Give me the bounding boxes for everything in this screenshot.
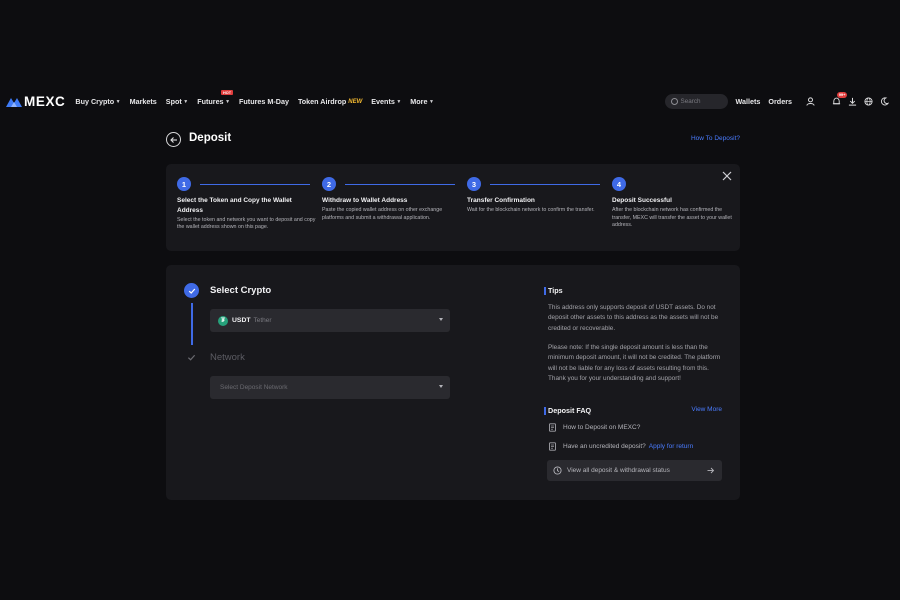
step-title: Select the Token and Copy the Wallet Add… bbox=[177, 197, 292, 214]
orders-link[interactable]: Orders bbox=[768, 97, 792, 106]
step-desc: After the blockchain network has confirm… bbox=[612, 207, 732, 229]
nav-more[interactable]: More ▼ bbox=[410, 97, 434, 106]
crypto-select[interactable]: ₮ USDT Tether bbox=[210, 309, 450, 332]
nav-links: Buy Crypto ▼ Markets Spot ▼ Futures ▼ HOT Fu… bbox=[75, 90, 443, 106]
how-to-deposit-link[interactable]: How To Deposit? bbox=[691, 135, 740, 142]
clock-icon bbox=[553, 466, 562, 475]
tip-text: This address only supports deposit of US… bbox=[548, 304, 719, 332]
nav-buy-crypto[interactable]: Buy Crypto ▼ bbox=[75, 97, 120, 106]
step-number: 3 bbox=[467, 177, 481, 191]
nav-token-airdrop[interactable]: Token Airdrop NEW bbox=[298, 97, 362, 106]
nav-markets[interactable]: Markets bbox=[130, 97, 157, 106]
step-number: 1 bbox=[177, 177, 191, 191]
theme-moon-icon[interactable] bbox=[878, 96, 890, 108]
apply-for-return-link[interactable]: Apply for return bbox=[649, 443, 693, 450]
notification-icon[interactable]: 99+ bbox=[830, 91, 847, 108]
arrow-right-icon bbox=[707, 467, 715, 474]
view-more-link[interactable]: View More bbox=[691, 406, 722, 413]
logo-text: MEXC bbox=[24, 94, 66, 109]
nav-label: Spot bbox=[165, 97, 182, 106]
step-number: 2 bbox=[322, 177, 336, 191]
step-desc: Select the token and network you want to… bbox=[177, 216, 316, 231]
arrow-left-icon bbox=[169, 136, 177, 143]
tip-text: Please note: If the single deposit amoun… bbox=[548, 344, 721, 382]
step-title: Withdraw to Wallet Address bbox=[322, 197, 408, 204]
back-button[interactable] bbox=[166, 132, 181, 147]
faq-question: How to Deposit on MEXC? bbox=[563, 424, 641, 431]
caret-down-icon: ▼ bbox=[428, 98, 434, 105]
faq-item[interactable]: Have an uncredited deposit? Apply for re… bbox=[548, 442, 693, 451]
tether-icon: ₮ bbox=[218, 315, 228, 326]
step-desc: Wait for the blockchain network to confi… bbox=[467, 207, 595, 213]
steps-card: 1 Select the Token and Copy the Wallet A… bbox=[166, 164, 740, 251]
page-title: Deposit bbox=[189, 132, 232, 144]
tips-title: Tips bbox=[544, 286, 563, 295]
search-icon bbox=[670, 98, 678, 105]
faq-item[interactable]: How to Deposit on MEXC? bbox=[548, 423, 640, 432]
nav-spot[interactable]: Spot ▼ bbox=[166, 97, 188, 106]
hot-badge: HOT bbox=[221, 90, 234, 95]
nav-label: Futures M-Day bbox=[239, 97, 289, 106]
step-1: 1 Select the Token and Copy the Wallet A… bbox=[177, 177, 317, 232]
faq-question: Have an uncredited deposit? bbox=[563, 443, 646, 450]
caret-down-icon: ▼ bbox=[115, 98, 121, 105]
crypto-symbol: USDT bbox=[232, 317, 251, 324]
nav-label: Events bbox=[371, 97, 395, 106]
nav-futures[interactable]: Futures ▼ HOT bbox=[197, 90, 234, 106]
deposit-status-button[interactable]: View all deposit & withdrawal status bbox=[547, 460, 722, 481]
chevron-down-icon bbox=[439, 318, 443, 321]
network-select[interactable]: Select Deposit Network bbox=[210, 376, 450, 399]
step-complete-check-icon bbox=[184, 283, 199, 298]
step-3: 3 Transfer Confirmation Wait for the blo… bbox=[467, 177, 607, 215]
caret-down-icon: ▼ bbox=[396, 98, 402, 105]
top-nav: MEXC Buy Crypto ▼ Markets Spot ▼ Futures ▼ H… bbox=[0, 88, 900, 115]
step-desc: Paste the copied wallet address on other… bbox=[322, 207, 443, 221]
document-icon bbox=[549, 423, 556, 432]
wallets-link[interactable]: Wallets bbox=[736, 97, 761, 106]
chevron-down-icon bbox=[439, 385, 443, 388]
nav-events[interactable]: Events ▼ bbox=[371, 97, 401, 106]
network-placeholder: Select Deposit Network bbox=[220, 384, 288, 391]
step-number: 4 bbox=[612, 177, 626, 191]
mexc-logo[interactable]: MEXC bbox=[6, 94, 65, 109]
mexc-logo-icon bbox=[6, 97, 22, 107]
caret-down-icon: ▼ bbox=[183, 98, 189, 105]
progress-line bbox=[191, 303, 193, 345]
status-text: View all deposit & withdrawal status bbox=[567, 467, 670, 474]
step-2: 2 Withdraw to Wallet Address Paste the c… bbox=[322, 177, 462, 222]
nav-label: More bbox=[410, 97, 428, 106]
search-box[interactable] bbox=[664, 94, 728, 109]
download-icon[interactable] bbox=[846, 96, 858, 108]
step-title: Deposit Successful bbox=[612, 197, 672, 204]
new-tag: NEW bbox=[348, 98, 363, 105]
nav-label: Token Airdrop bbox=[297, 97, 347, 106]
document-icon bbox=[549, 442, 556, 451]
nav-label: Markets bbox=[129, 97, 157, 106]
caret-down-icon: ▼ bbox=[225, 98, 231, 105]
network-label: Network bbox=[210, 352, 245, 363]
globe-icon[interactable] bbox=[862, 96, 874, 108]
step-title: Transfer Confirmation bbox=[467, 197, 535, 204]
user-icon[interactable] bbox=[804, 96, 816, 108]
faq-title: Deposit FAQ bbox=[544, 406, 591, 415]
nav-right: Wallets Orders 99+ bbox=[664, 88, 890, 115]
step-4: 4 Deposit Successful After the blockchai… bbox=[612, 177, 732, 230]
step-connector bbox=[490, 183, 600, 185]
step-connector bbox=[345, 183, 455, 185]
nav-futures-mday[interactable]: Futures M-Day bbox=[239, 97, 289, 106]
crypto-fullname: Tether bbox=[253, 317, 272, 324]
step-pending-check-icon bbox=[185, 351, 198, 364]
nav-label: Buy Crypto bbox=[75, 97, 115, 106]
step-connector bbox=[200, 183, 310, 185]
search-input[interactable] bbox=[680, 98, 721, 105]
deposit-form-card: Select Crypto ₮ USDT Tether Network Sele… bbox=[166, 265, 740, 500]
nav-label: Futures bbox=[197, 97, 224, 106]
select-crypto-label: Select Crypto bbox=[210, 285, 272, 296]
